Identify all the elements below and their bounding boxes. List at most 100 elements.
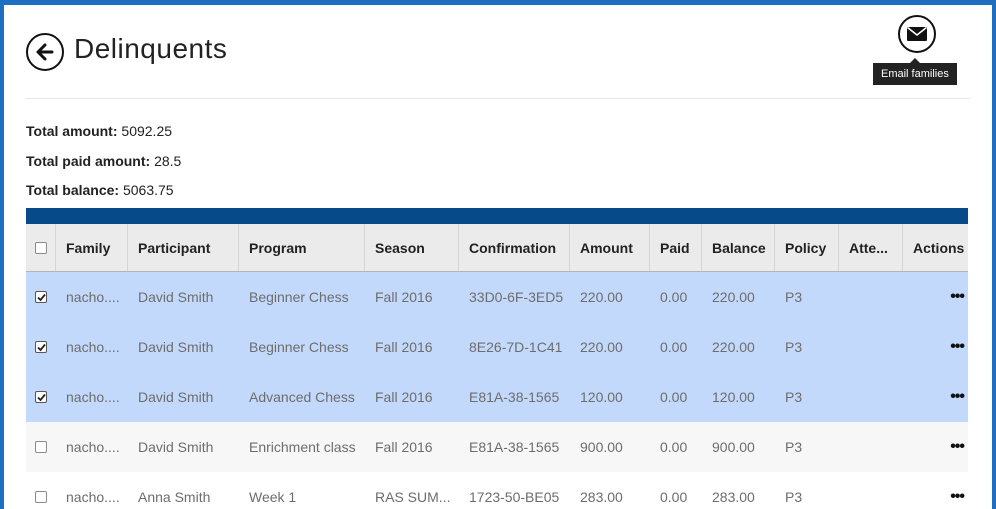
cell-program: Beginner Chess	[249, 339, 349, 355]
select-all-cell	[26, 224, 56, 271]
back-button[interactable]	[26, 33, 64, 71]
cell-confirmation: E81A-38-1565	[469, 389, 560, 405]
cell-family: nacho....	[66, 489, 120, 505]
cell-confirmation: 1723-50-BE05	[469, 489, 560, 505]
cell-confirmation: E81A-38-1565	[469, 439, 560, 455]
column-header-program[interactable]: Program	[239, 224, 365, 271]
row-checkbox[interactable]	[35, 291, 47, 303]
cell-participant: Anna Smith	[138, 489, 211, 505]
checkmark-icon	[36, 343, 46, 351]
cell-balance: 220.00	[712, 289, 755, 305]
cell-amount: 283.00	[580, 489, 623, 505]
column-header-paid[interactable]: Paid	[650, 224, 702, 271]
cell-program: Advanced Chess	[249, 389, 355, 405]
checkmark-icon	[36, 293, 46, 301]
cell-season: Fall 2016	[375, 289, 433, 305]
column-header-balance[interactable]: Balance	[702, 224, 775, 271]
cell-season: Fall 2016	[375, 339, 433, 355]
cell-participant: David Smith	[138, 389, 214, 405]
row-select-cell	[26, 372, 56, 422]
cell-paid: 0.00	[660, 339, 688, 355]
page-title: Delinquents	[74, 33, 228, 64]
table-row[interactable]: nacho.... David Smith Beginner Chess Fall 2…	[26, 322, 968, 372]
table-row[interactable]: nacho.... David Smith Advanced Chess Fall 2…	[26, 372, 968, 422]
row-checkbox[interactable]	[35, 341, 47, 353]
cell-balance: 120.00	[712, 389, 755, 405]
cell-program: Beginner Chess	[249, 289, 349, 305]
column-header-participant[interactable]: Participant	[128, 224, 239, 271]
total-balance-row: Total balance: 5063.75	[26, 180, 181, 210]
cell-paid: 0.00	[660, 289, 688, 305]
cell-amount: 220.00	[580, 289, 623, 305]
table-body: nacho.... David Smith Beginner Chess Fall 2…	[26, 272, 968, 509]
select-all-checkbox[interactable]	[34, 241, 47, 254]
row-actions-menu-icon[interactable]: •••	[903, 372, 968, 422]
checkmark-icon	[36, 393, 46, 401]
column-header-actions: Actions	[913, 240, 965, 256]
total-paid-row: Total paid amount: 28.5	[26, 151, 181, 181]
table-row[interactable]: nacho.... Anna Smith Week 1 RAS SUM... 1723-…	[26, 472, 968, 509]
row-actions-menu-icon[interactable]: •••	[903, 322, 968, 372]
totals-summary: Total amount: 5092.25 Total paid amount:…	[26, 121, 181, 210]
row-actions-menu-icon[interactable]: •••	[903, 472, 968, 509]
cell-attendance	[839, 272, 903, 322]
cell-balance: 220.00	[712, 339, 755, 355]
total-paid-label: Total paid amount:	[26, 152, 151, 169]
column-header-family[interactable]: Family	[56, 224, 128, 271]
total-balance-label: Total balance:	[26, 182, 120, 198]
cell-participant: David Smith	[138, 339, 214, 355]
column-header-amount[interactable]: Amount	[570, 224, 650, 271]
total-paid-value: 28.5	[154, 152, 182, 169]
row-actions-menu-icon[interactable]: •••	[903, 272, 968, 322]
total-amount-label: Total amount:	[26, 123, 118, 139]
cell-confirmation: 33D0-6F-3ED5	[469, 289, 564, 305]
column-header-confirmation[interactable]: Confirmation	[459, 224, 570, 271]
arrow-left-icon	[36, 43, 54, 61]
cell-family: nacho....	[66, 339, 120, 355]
column-header-policy[interactable]: Policy	[775, 224, 839, 271]
cell-program: Enrichment class	[249, 439, 356, 455]
app-window: Delinquents Email families Total amount:…	[4, 5, 992, 509]
row-checkbox[interactable]	[35, 391, 47, 403]
row-checkbox[interactable]	[35, 441, 47, 453]
cell-amount: 120.00	[580, 389, 623, 405]
cell-confirmation: 8E26-7D-1C41	[469, 339, 563, 355]
row-select-cell	[26, 322, 56, 372]
grid-toolbar	[26, 208, 968, 224]
cell-policy: P3	[785, 289, 803, 305]
cell-policy: P3	[785, 489, 803, 505]
cell-season: Fall 2016	[375, 439, 433, 455]
page-header: Delinquents	[26, 29, 970, 99]
header-divider	[26, 98, 970, 99]
cell-program: Week 1	[249, 489, 297, 505]
table-row[interactable]: nacho.... David Smith Enrichment class Fall…	[26, 422, 968, 472]
total-balance-value: 5063.75	[122, 182, 174, 198]
row-select-cell	[26, 422, 56, 472]
cell-paid: 0.00	[660, 439, 688, 455]
email-families-button[interactable]	[898, 15, 936, 53]
table-row[interactable]: nacho.... David Smith Beginner Chess Fall 2…	[26, 272, 968, 322]
cell-attendance	[839, 472, 903, 509]
cell-amount: 900.00	[580, 439, 623, 455]
cell-participant: David Smith	[138, 439, 214, 455]
cell-attendance	[839, 422, 903, 472]
cell-family: nacho....	[66, 389, 120, 405]
cell-participant: David Smith	[138, 289, 214, 305]
cell-policy: P3	[785, 389, 803, 405]
cell-paid: 0.00	[660, 389, 688, 405]
cell-amount: 220.00	[580, 339, 623, 355]
table-header: Family Participant Program Season Confir…	[26, 224, 968, 272]
cell-balance: 283.00	[712, 489, 755, 505]
envelope-icon	[907, 26, 927, 41]
column-header-season[interactable]: Season	[365, 224, 459, 271]
cell-policy: P3	[785, 439, 803, 455]
row-select-cell	[26, 472, 56, 509]
column-header-attendance[interactable]: Atte...	[839, 224, 903, 271]
cell-policy: P3	[785, 339, 803, 355]
row-actions-menu-icon[interactable]: •••	[903, 422, 968, 472]
row-checkbox[interactable]	[35, 491, 47, 503]
cell-attendance	[839, 322, 903, 372]
total-amount-value: 5092.25	[121, 123, 173, 139]
cell-season: RAS SUM...	[375, 489, 451, 505]
cell-family: nacho....	[66, 439, 120, 455]
